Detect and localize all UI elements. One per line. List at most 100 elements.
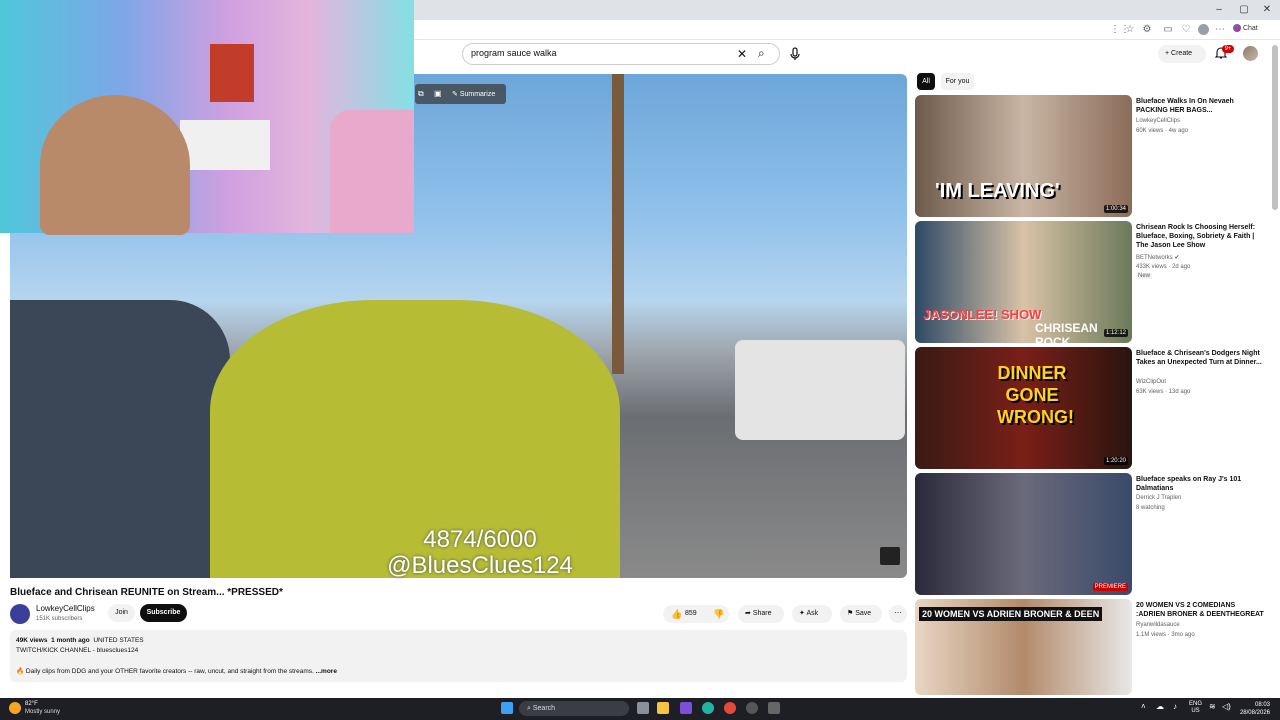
ask-button[interactable]: ✦ Ask: [792, 605, 832, 623]
settings-icon[interactable]: [768, 702, 780, 714]
join-button[interactable]: Join: [108, 604, 135, 622]
weather-temperature[interactable]: 82°F: [25, 701, 38, 707]
ask-label: Ask: [806, 610, 819, 617]
weather-sun-icon[interactable]: [9, 702, 21, 714]
recommendation-meta: 1.1M views · 3mo ago: [1136, 632, 1195, 638]
profile-avatar-icon[interactable]: [1198, 24, 1209, 35]
file-explorer-icon[interactable]: [657, 702, 669, 714]
create-button[interactable]: + Create: [1158, 45, 1206, 63]
save-button[interactable]: ⚑ Save: [840, 605, 882, 623]
chat-label: Chat: [1242, 24, 1258, 32]
video-scene-truck: [735, 340, 905, 440]
recommendation-meta: 433K views · 2d ago: [1136, 264, 1191, 270]
description-channel-line: TWITCH/KICK CHANNEL - bluesclues124: [16, 647, 139, 654]
recommendation-channel[interactable]: LowkeyCellClips: [1136, 118, 1180, 124]
recommendation-thumbnail[interactable]: PREMIERE: [915, 473, 1132, 595]
edge-browser-icon[interactable]: [702, 702, 714, 714]
recommendation-thumbnail[interactable]: DINNER GONE WRONG! 1:20:20: [915, 347, 1132, 469]
picture-in-picture-icon[interactable]: ⧉: [418, 89, 424, 99]
recommendation-channel[interactable]: Ryanwildasauce: [1136, 622, 1180, 628]
channel-label: BETNetworks: [1136, 255, 1173, 261]
description-body: Daily clips from DDG and your OTHER favo…: [25, 668, 314, 675]
recommendation-channel[interactable]: WizClipOut: [1136, 379, 1166, 385]
summarize-icon: ✎: [452, 91, 460, 98]
microphone-icon[interactable]: [790, 47, 800, 61]
like-count[interactable]: 859: [685, 605, 697, 623]
subscribe-button[interactable]: Subscribe: [140, 604, 187, 622]
share-icon: ➦: [745, 610, 753, 617]
favorites-icon[interactable]: ♡: [1180, 24, 1192, 36]
system-clock[interactable]: 08:03 28/08/2026: [1238, 701, 1270, 717]
clock-time: 08:03: [1254, 702, 1270, 708]
video-scene-car: [10, 300, 230, 578]
webcam-flag: [210, 44, 254, 102]
summarize-button[interactable]: ✎ Summarize: [452, 90, 495, 98]
wifi-icon[interactable]: ≋: [1209, 702, 1216, 711]
tray-overflow-icon[interactable]: ˄: [1141, 702, 1146, 711]
thumbnail-text: 'IM LEAVING': [935, 180, 1060, 202]
search-box[interactable]: ✕ ⌕: [462, 43, 780, 65]
tray-app-icon[interactable]: ☁: [1156, 702, 1164, 711]
channel-avatar[interactable]: [10, 604, 30, 624]
bookmark-star-icon[interactable]: ☆: [1124, 24, 1136, 36]
miniplayer-icon[interactable]: ▣: [434, 89, 442, 98]
video-top-controls: ⧉ ▣ ✎ Summarize: [415, 84, 506, 104]
more-menu-icon[interactable]: ⋯: [1214, 24, 1226, 36]
page-scrollbar[interactable]: [1272, 45, 1278, 210]
volume-icon[interactable]: ◁): [1222, 702, 1231, 711]
recommendation-title[interactable]: Blueface Walks In On Nevaeh PACKING HER …: [1136, 97, 1264, 115]
split-view-icon[interactable]: ▭: [1162, 24, 1174, 36]
copilot-icon: [1233, 24, 1241, 32]
chrome-icon[interactable]: [724, 702, 736, 714]
channel-name[interactable]: LowkeyCellClips: [36, 604, 95, 613]
thumbnail-text: DINNER GONE WRONG!: [997, 363, 1074, 427]
channel-watermark[interactable]: [880, 547, 900, 565]
upload-age: 1 month ago: [51, 637, 90, 644]
start-menu-icon[interactable]: [501, 702, 513, 714]
extension-icon[interactable]: ⚙: [1141, 24, 1153, 36]
more-actions-button[interactable]: ⋯: [889, 605, 907, 623]
recommendation-channel[interactable]: Derrick J Traplen: [1136, 495, 1181, 501]
copilot-chat-button[interactable]: Chat: [1233, 24, 1258, 32]
input-language[interactable]: ENG US: [1189, 701, 1202, 715]
extensions-icon[interactable]: ⋮⋮: [1110, 24, 1130, 36]
tray-mic-icon[interactable]: ♪: [1173, 702, 1177, 711]
recommendation-channel[interactable]: BETNetworks ✔: [1136, 254, 1179, 261]
notification-badge: 9+: [1222, 45, 1234, 53]
recommendation-title[interactable]: Chrisean Rock Is Choosing Herself: Bluef…: [1136, 223, 1264, 250]
search-input[interactable]: [471, 48, 721, 58]
chip-all[interactable]: All: [917, 73, 935, 90]
recommendation-thumbnail[interactable]: 20 WOMEN VS ADRIEN BRONER & DEEN: [915, 599, 1132, 695]
close-window-button[interactable]: ✕: [1256, 2, 1278, 18]
video-duration: 1:12:12: [1103, 329, 1128, 337]
share-button[interactable]: ➦ Share: [738, 605, 784, 623]
obs-icon[interactable]: [746, 702, 758, 714]
show-more-link[interactable]: ...more: [316, 668, 337, 675]
thumbs-up-icon[interactable]: 👍: [671, 605, 682, 623]
recommendation-meta: 8 watching: [1136, 505, 1165, 511]
thumbs-down-icon[interactable]: 👎: [713, 605, 724, 623]
recommendation-title[interactable]: Blueface speaks on Ray J's 101 Dalmatian…: [1136, 475, 1264, 493]
chip-for-you[interactable]: For you: [941, 73, 974, 90]
channel-subscriber-count: 151K subscribers: [36, 616, 83, 622]
minimize-button[interactable]: –: [1208, 2, 1230, 18]
webcam-chair: [330, 110, 414, 233]
recommendation-thumbnail[interactable]: 'IM LEAVING' 1:00:34: [915, 95, 1132, 217]
weather-description[interactable]: Mostly sunny: [25, 709, 60, 715]
account-avatar[interactable]: [1243, 46, 1258, 61]
task-view-icon[interactable]: [637, 702, 649, 714]
clear-search-icon[interactable]: ✕: [737, 47, 747, 61]
discord-icon[interactable]: [680, 702, 692, 714]
maximize-button[interactable]: ▢: [1233, 2, 1255, 18]
recommendation-thumbnail[interactable]: JASONLEE! SHOW CHRISEAN ROCK 1:12:12: [915, 221, 1132, 343]
search-icon[interactable]: ⌕: [758, 46, 765, 61]
recommendation-title[interactable]: 20 WOMEN VS 2 COMEDIANS :ADRIEN BRONER &…: [1136, 601, 1264, 619]
upload-country: UNITED STATES: [93, 637, 144, 644]
video-duration: 1:00:34: [1103, 205, 1128, 213]
new-badge: New: [1136, 273, 1153, 279]
taskbar-search[interactable]: ⌕ Search: [519, 701, 629, 716]
recommendation-title[interactable]: Blueface & Chrisean's Dodgers Night Take…: [1136, 349, 1264, 367]
webcam-kitchen: [180, 120, 270, 170]
save-label: Save: [855, 610, 872, 617]
thumbnail-text: 20 WOMEN VS ADRIEN BRONER & DEEN: [919, 607, 1103, 621]
